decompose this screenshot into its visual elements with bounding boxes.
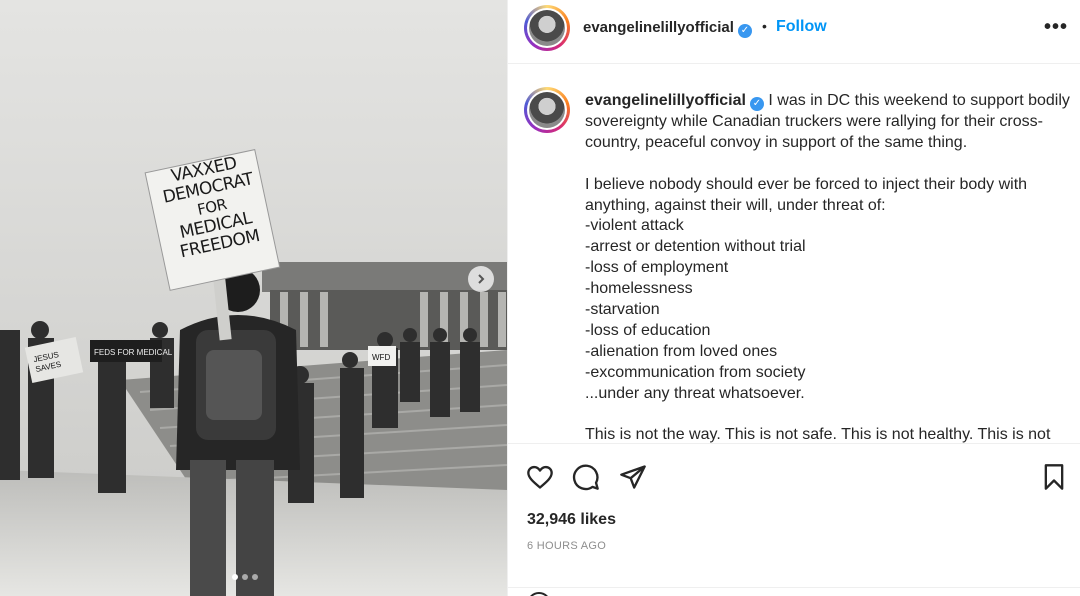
avatar-ring-inner (527, 90, 567, 130)
caption-intro: I believe nobody should ever be forced t… (585, 175, 1028, 214)
post-actions: 32,946 likes 6 HOURS AGO (508, 443, 1080, 596)
caption-list-item: -starvation (585, 301, 660, 319)
post-header: evangelinelillyofficial ✓ • Follow ••• (508, 0, 1080, 64)
caption-list-item: -violent attack (585, 217, 684, 235)
carousel-dot (232, 574, 238, 580)
emoji-icon[interactable] (526, 592, 552, 596)
avatar-image (529, 92, 565, 128)
post-photo[interactable]: JESUS SAVES FEDS FOR MEDICAL WFD VAXXED … (0, 0, 507, 596)
caption-list-item: ...under any threat whatsoever. (585, 384, 805, 402)
send-icon (620, 465, 646, 489)
caption-list-item: -alienation from loved ones (585, 342, 778, 360)
post-side-panel: evangelinelillyofficial ✓ • Follow ••• ev… (507, 0, 1080, 596)
carousel-dot (252, 574, 258, 580)
caption-username[interactable]: evangelinelillyofficial (585, 92, 746, 109)
avatar-image (529, 10, 565, 46)
caption-list-item: -loss of employment (585, 259, 729, 277)
caption-list-item: -homelessness (585, 280, 693, 298)
photo-illustration: JESUS SAVES FEDS FOR MEDICAL WFD (0, 0, 507, 596)
heart-icon (527, 465, 553, 489)
carousel-dots (232, 574, 258, 580)
caption-paragraph-2: I believe nobody should ever be forced t… (585, 175, 1071, 405)
chevron-right-icon (478, 274, 485, 284)
follow-button[interactable]: Follow (776, 18, 827, 36)
bookmark-icon (1044, 464, 1064, 490)
verified-badge-icon: ✓ (737, 24, 752, 38)
author-avatar[interactable] (524, 5, 570, 51)
header-username[interactable]: evangelinelillyofficial ✓ (583, 19, 752, 38)
svg-text:FEDS FOR MEDICAL: FEDS FOR MEDICAL (94, 348, 173, 357)
caption-list-item: -excommunication from society (585, 363, 806, 381)
svg-text:WFD: WFD (372, 353, 390, 362)
caption-paragraph-1: evangelinelillyofficial ✓ I was in DC thi… (585, 91, 1071, 154)
avatar-ring-inner (527, 8, 567, 48)
carousel-next-button[interactable] (468, 266, 494, 292)
header-separator: • (762, 18, 767, 34)
likes-count[interactable]: 32,946 likes (527, 511, 616, 529)
caption-author-avatar[interactable] (524, 87, 570, 133)
header-username-text[interactable]: evangelinelillyofficial (583, 19, 734, 36)
comment-icon (572, 464, 599, 491)
like-button[interactable] (526, 463, 554, 496)
caption-paragraph-3: This is not the way. This is not safe. T… (585, 425, 1071, 443)
add-comment-bar (508, 587, 1080, 596)
caption-area: evangelinelillyofficial ✓ I was in DC thi… (508, 65, 1080, 443)
caption-list-item: -loss of education (585, 321, 711, 339)
verified-badge-icon: ✓ (749, 97, 764, 111)
caption-list-item: -arrest or detention without trial (585, 238, 806, 256)
more-options-icon[interactable]: ••• (1044, 16, 1068, 39)
carousel-dot (242, 574, 248, 580)
post-timestamp[interactable]: 6 HOURS AGO (527, 540, 606, 552)
caption-text: evangelinelillyofficial ✓ I was in DC thi… (585, 91, 1071, 443)
save-button[interactable] (1042, 463, 1066, 496)
comment-button[interactable] (572, 463, 600, 496)
share-button[interactable] (619, 463, 647, 496)
caption-body-3: This is not the way. This is not safe. T… (585, 426, 1051, 443)
